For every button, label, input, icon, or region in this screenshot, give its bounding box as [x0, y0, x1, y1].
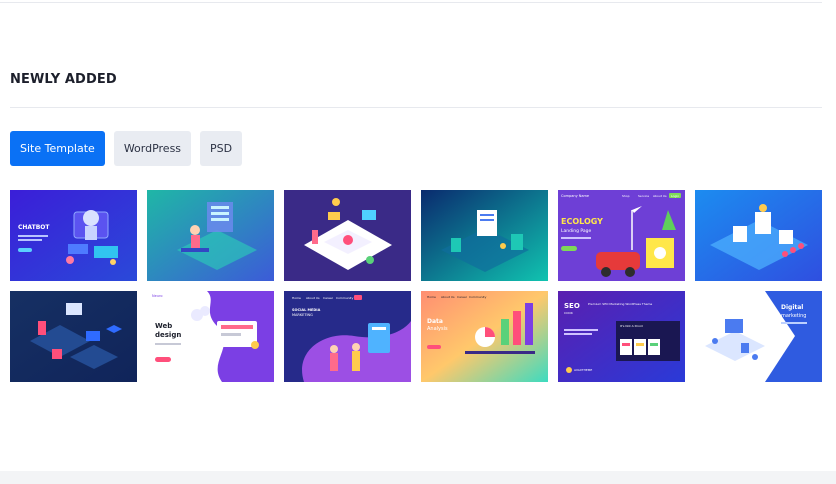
ecology-title: ECOLOGY — [561, 217, 603, 226]
template-grid: CHATBOT Company Name Shop Service About … — [10, 190, 822, 382]
top-divider — [0, 2, 822, 3]
web-design-title: Web — [155, 322, 172, 330]
template-card-teal-workspace[interactable] — [147, 190, 274, 281]
web-design-brand: Neuro — [152, 294, 163, 298]
web-design-thumbnail: Neuro Web design — [147, 291, 274, 382]
cyber-security-thumbnail — [10, 291, 137, 382]
seo-tagline: It's Not A Droid — [620, 324, 643, 328]
workspace-thumbnail — [147, 190, 274, 281]
digital-title: Digital — [781, 304, 803, 311]
ecology-nav-3: About Us — [653, 194, 667, 198]
web-design-title-2: design — [155, 331, 181, 339]
ui-design-thumbnail — [284, 190, 411, 281]
tab-site-template[interactable]: Site Template — [10, 131, 105, 166]
social-subheading: MARKETING — [292, 313, 313, 317]
seo-cook-thumbnail: SEO COOK Premium SEO Marketing WordPress… — [558, 291, 685, 382]
template-card-smart-city[interactable] — [695, 190, 822, 281]
social-nav-2: About Us — [306, 296, 320, 300]
tab-wordpress[interactable]: WordPress — [113, 131, 192, 166]
ecology-thumbnail: Company Name Shop Service About Us Login… — [558, 190, 685, 281]
ecology-nav-4: Login — [671, 194, 679, 198]
social-heading: SOCIAL MEDIA — [292, 308, 321, 312]
ecology-nav-1: Shop — [622, 194, 630, 198]
ecology-nav-2: Service — [638, 194, 649, 198]
seo-title: SEO — [564, 302, 580, 310]
template-card-seo-cook[interactable]: SEO COOK Premium SEO Marketing WordPress… — [558, 291, 685, 382]
template-card-cyber-security[interactable] — [10, 291, 137, 382]
data-title-2: Analysis — [427, 326, 448, 332]
social-nav-4: Community — [336, 296, 354, 300]
data-center-thumbnail — [421, 190, 548, 281]
section-title: NEWLY ADDED — [10, 72, 117, 87]
digital-title-2: marketing — [781, 313, 806, 319]
seo-headline: Premium SEO Marketing WordPress Theme — [588, 302, 652, 306]
data-title: Data — [427, 318, 443, 325]
social-nav-1: Home — [292, 296, 301, 300]
data-analysis-thumbnail: Home About Us Career Community Data Anal… — [421, 291, 548, 382]
filter-tabs: Site Template WordPress PSD — [10, 131, 243, 166]
data-nav-4: Community — [469, 295, 487, 299]
ecology-subtitle: Landing Page — [561, 228, 591, 234]
chatbot-thumbnail: CHATBOT — [10, 190, 137, 281]
data-nav-2: About Us — [441, 295, 455, 299]
title-divider — [10, 107, 822, 108]
smart-city-thumbnail — [695, 190, 822, 281]
footer-band — [0, 471, 836, 484]
social-media-thumbnail: Home About Us Career Community SOCIAL ME… — [284, 291, 411, 382]
template-card-digital-marketing[interactable]: Digital marketing — [695, 291, 822, 382]
seo-title-2: COOK — [564, 311, 574, 315]
seo-footer: AVAXTHEME — [574, 368, 592, 372]
template-card-ecology[interactable]: Company Name Shop Service About Us Login… — [558, 190, 685, 281]
chatbot-title: CHATBOT — [18, 224, 50, 231]
template-card-web-design[interactable]: Neuro Web design — [147, 291, 274, 382]
social-nav-3: Career — [323, 296, 334, 300]
ecology-brand: Company Name — [561, 194, 589, 198]
template-card-data-analysis[interactable]: Home About Us Career Community Data Anal… — [421, 291, 548, 382]
template-card-ui-design[interactable] — [284, 190, 411, 281]
tab-psd[interactable]: PSD — [200, 131, 243, 166]
template-card-chatbot[interactable]: CHATBOT — [10, 190, 137, 281]
data-nav-3: Career — [457, 295, 468, 299]
template-card-data-center[interactable] — [421, 190, 548, 281]
digital-marketing-thumbnail: Digital marketing — [695, 291, 822, 382]
template-card-social-media[interactable]: Home About Us Career Community SOCIAL ME… — [284, 291, 411, 382]
data-nav-1: Home — [427, 295, 436, 299]
